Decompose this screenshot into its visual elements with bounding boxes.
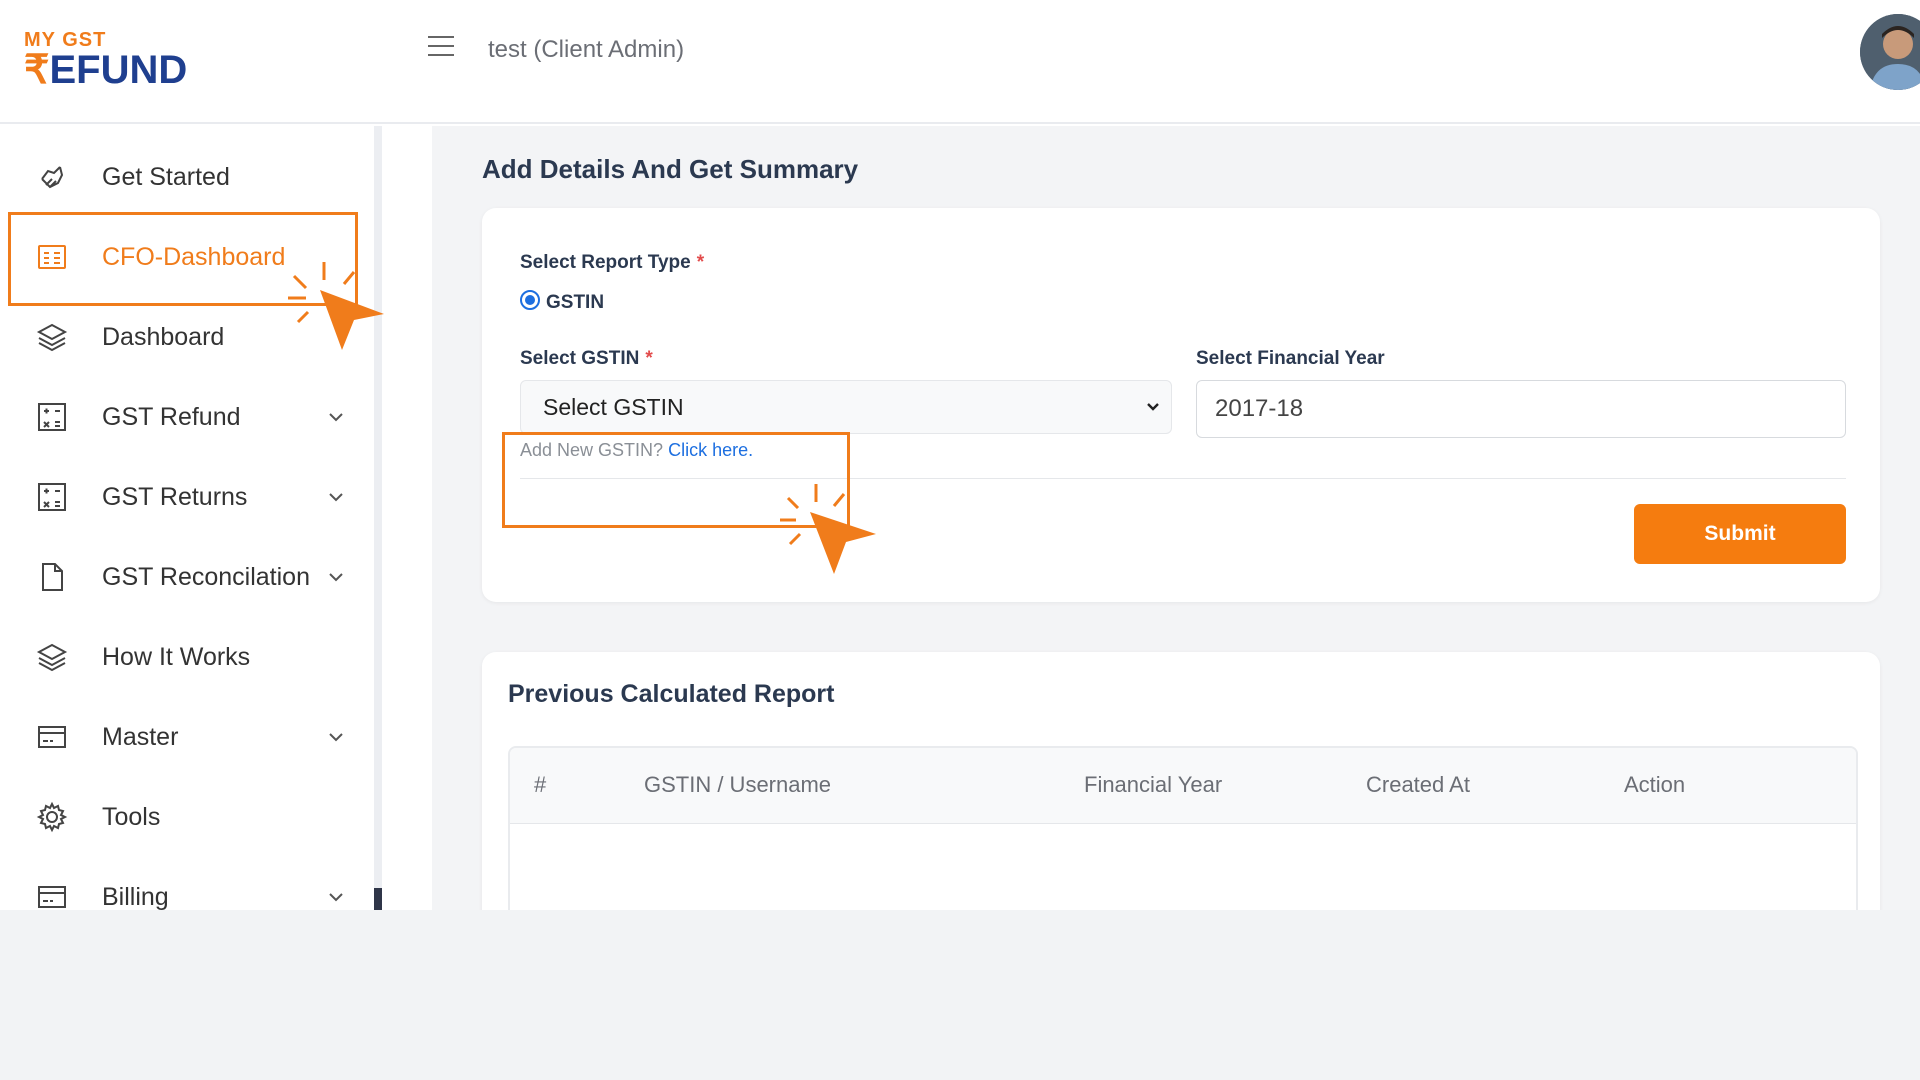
details-form-card: Select Report Type * GSTIN Select GSTIN * …: [482, 208, 1880, 602]
sidebar-item-billing[interactable]: Billing: [0, 866, 360, 910]
sidebar: Get Started CFO-Dashboard Dashboard GST …: [0, 126, 382, 910]
logo[interactable]: MY GST ₹EFUND: [24, 30, 187, 90]
top-header: MY GST ₹EFUND test (Client Admin): [0, 0, 1920, 124]
logo-bottom-text: ₹EFUND: [24, 50, 187, 90]
logo-top-text: MY GST: [24, 29, 107, 51]
sidebar-scrollbar[interactable]: [374, 126, 382, 910]
column-header-index: #: [534, 772, 547, 797]
main-content: Add Details And Get Summary Select Repor…: [432, 126, 1920, 910]
previous-report-table: # GSTIN / Username Financial Year Create…: [508, 746, 1858, 910]
financial-year-input[interactable]: 2017-18: [1196, 380, 1846, 438]
sidebar-item-label: GST Refund: [102, 402, 241, 431]
sidebar-item-label: CFO-Dashboard: [102, 242, 286, 271]
menu-toggle-icon[interactable]: [428, 36, 454, 60]
chevron-down-icon: [1147, 403, 1159, 411]
chevron-down-icon: [329, 413, 343, 422]
sidebar-scrollbar-thumb[interactable]: [374, 888, 382, 910]
logo-efund-text: EFUND: [49, 48, 188, 92]
form-divider: [520, 478, 1846, 479]
sidebar-item-gst-reconcilation[interactable]: GST Reconcilation: [0, 546, 360, 608]
layers-icon: [36, 323, 68, 352]
sidebar-item-get-started[interactable]: Get Started: [0, 146, 360, 208]
gstin-select[interactable]: Select GSTIN: [520, 380, 1172, 434]
submit-button[interactable]: Submit: [1634, 504, 1846, 564]
user-role-title: test (Client Admin): [488, 36, 685, 63]
card-icon: [38, 726, 66, 748]
sidebar-item-label: Dashboard: [102, 322, 225, 351]
chevron-down-icon: [329, 493, 343, 502]
card-icon: [38, 886, 66, 908]
gstin-radio-label: GSTIN: [546, 292, 605, 313]
sidebar-item-master[interactable]: Master: [0, 706, 360, 768]
column-header-gstin: GSTIN / Username: [644, 772, 832, 797]
previous-report-title: Previous Calculated Report: [508, 680, 835, 708]
dashboard-icon: [38, 245, 66, 269]
sidebar-item-label: Get Started: [102, 162, 230, 191]
gstin-radio[interactable]: [520, 290, 540, 310]
add-new-gstin-link[interactable]: Click here.: [668, 440, 753, 460]
file-icon: [42, 563, 63, 591]
sidebar-item-tools[interactable]: Tools: [0, 786, 360, 848]
report-type-label: Select Report Type *: [520, 252, 705, 273]
sidebar-item-dashboard[interactable]: Dashboard: [0, 306, 360, 368]
column-header-action: Action: [1624, 772, 1686, 797]
avatar[interactable]: [1860, 14, 1920, 90]
sidebar-item-label: Billing: [102, 882, 169, 911]
rupee-glyph: ₹: [24, 48, 50, 92]
sidebar-item-label: GST Reconcilation: [102, 562, 310, 591]
table-header: # GSTIN / Username Financial Year Create…: [510, 748, 1856, 824]
gstin-select-label: Select GSTIN *: [520, 348, 653, 369]
sidebar-item-label: GST Returns: [102, 482, 248, 511]
add-new-gstin-hint: Add New GSTIN? Click here.: [520, 440, 754, 460]
chevron-down-icon: [329, 893, 343, 902]
column-header-created-at: Created At: [1366, 772, 1470, 797]
layers-icon: [36, 643, 68, 672]
page-title: Add Details And Get Summary: [482, 154, 859, 184]
calculator-icon: [38, 483, 66, 511]
hand-icon: [41, 166, 64, 189]
financial-year-label: Select Financial Year: [1196, 348, 1385, 369]
column-header-financial-year: Financial Year: [1084, 772, 1223, 797]
previous-report-card: Previous Calculated Report # GSTIN / Use…: [482, 652, 1880, 910]
sidebar-item-label: Tools: [102, 802, 161, 831]
sidebar-item-gst-returns[interactable]: GST Returns: [0, 466, 360, 528]
sidebar-item-label: Master: [102, 722, 179, 751]
sidebar-item-label: How It Works: [102, 642, 251, 671]
gstin-select-value: Select GSTIN: [543, 393, 684, 420]
calculator-icon: [38, 403, 66, 431]
app-window: MY GST ₹EFUND test (Client Admin) Get St…: [0, 0, 1920, 910]
chevron-down-icon: [329, 733, 343, 742]
sidebar-item-cfo-dashboard[interactable]: CFO-Dashboard: [0, 226, 360, 288]
sidebar-item-gst-refund[interactable]: GST Refund: [0, 386, 360, 448]
chevron-down-icon: [329, 573, 343, 582]
sidebar-item-how-it-works[interactable]: How It Works: [0, 626, 360, 688]
gear-icon: [36, 801, 68, 833]
